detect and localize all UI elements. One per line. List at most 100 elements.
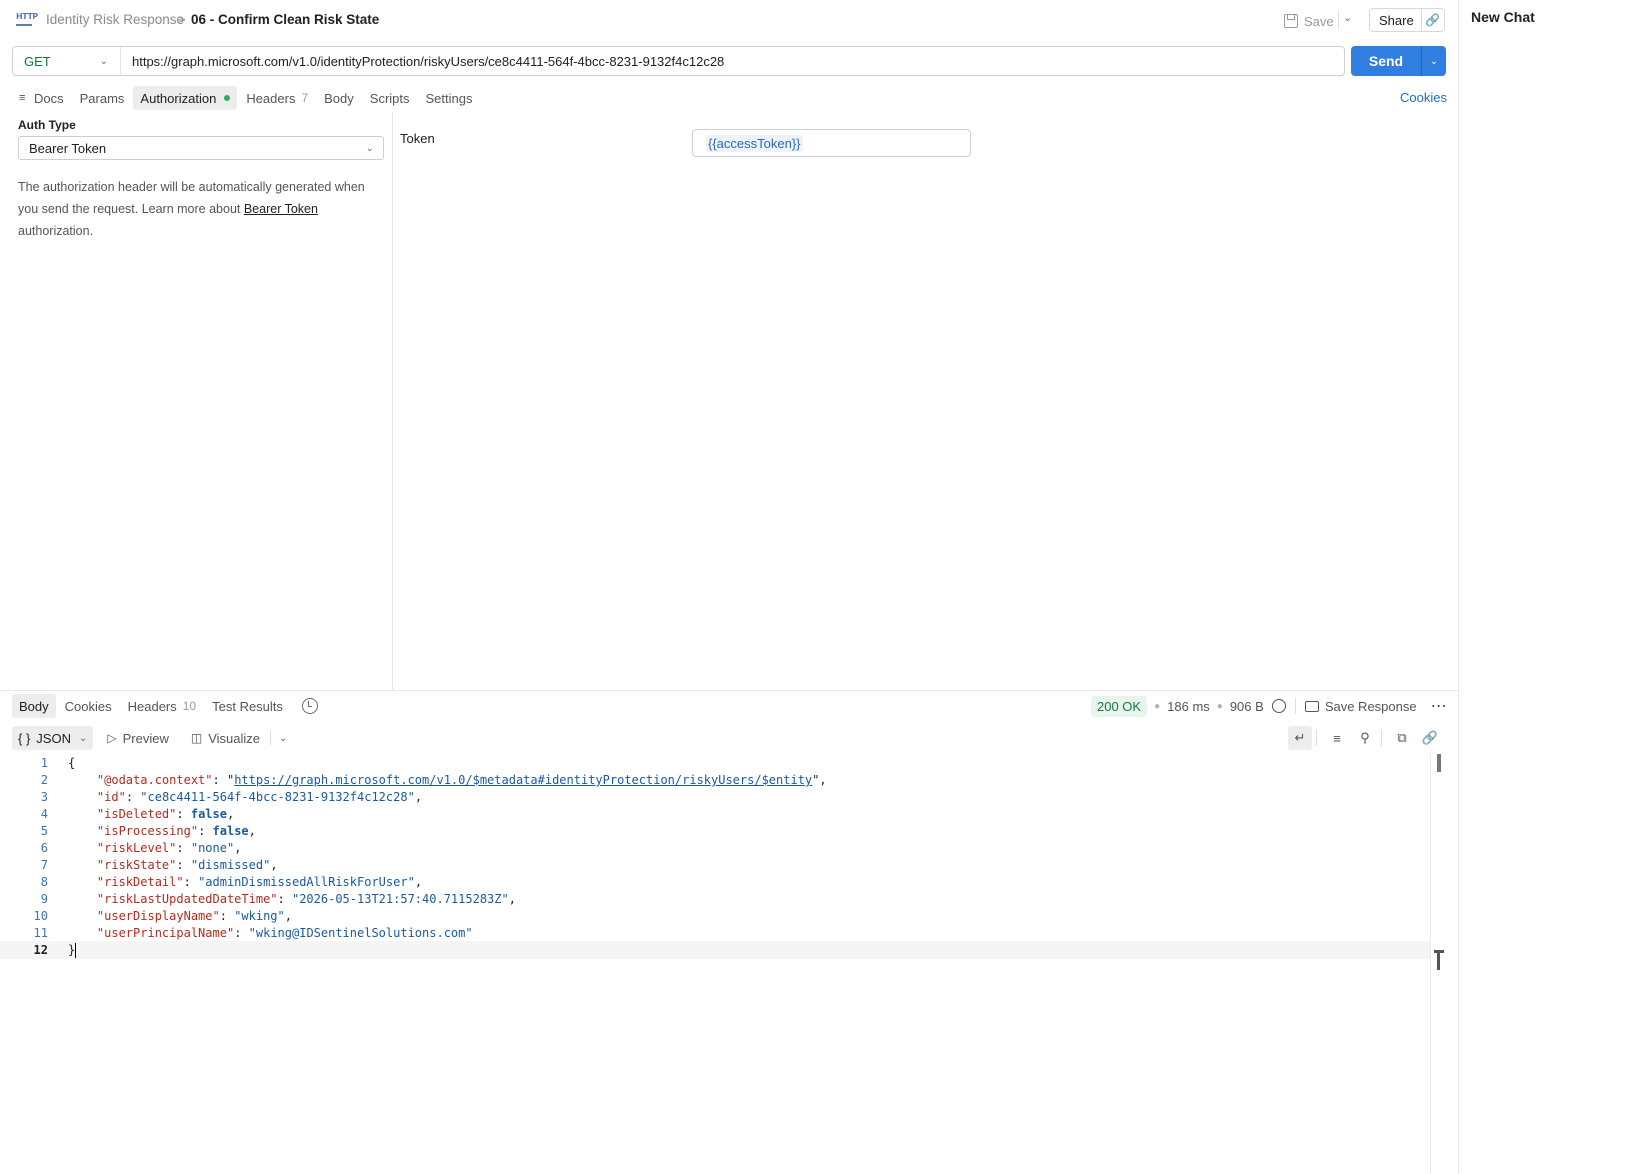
tab-label: Test Results bbox=[212, 698, 283, 714]
code-line: 11 "userPrincipalName": "wking@IDSentine… bbox=[0, 924, 1430, 942]
code-text: "@odata.context": "https://graph.microso… bbox=[96, 773, 827, 787]
response-size[interactable]: 906 B bbox=[1230, 699, 1264, 714]
code-text: "id": "ce8c4411-564f-4bcc-8231-9132f4c12… bbox=[96, 790, 423, 804]
method-select[interactable]: GET ⌄ bbox=[13, 47, 121, 75]
bearer-token-link[interactable]: Bearer Token bbox=[244, 202, 318, 216]
json-key: "riskLevel" bbox=[96, 841, 177, 855]
tab-body[interactable]: Body bbox=[317, 86, 361, 110]
http-request-icon: HTTP bbox=[16, 12, 38, 28]
cookies-link[interactable]: Cookies bbox=[1400, 90, 1447, 105]
code-line: 1 { bbox=[0, 754, 1430, 772]
text-cursor bbox=[75, 942, 77, 958]
code-line: 8 "riskDetail": "adminDismissedAllRiskFo… bbox=[0, 873, 1430, 891]
code-line: 5 "isProcessing": false, bbox=[0, 822, 1430, 840]
response-toolbar: { } JSON ⌄ ▷ Preview ◫ Visualize ⌄ bbox=[12, 726, 287, 750]
json-key: "isDeleted" bbox=[96, 807, 177, 821]
tab-label: Params bbox=[79, 90, 125, 106]
tab-headers[interactable]: Headers 7 bbox=[239, 86, 315, 110]
line-number: 3 bbox=[40, 790, 48, 804]
url-input[interactable]: https://graph.microsoft.com/v1.0/identit… bbox=[121, 54, 724, 69]
status-badge[interactable]: 200 OK bbox=[1091, 695, 1148, 717]
share-button-group: Share 🔗 bbox=[1369, 8, 1445, 32]
copy-link-icon[interactable]: 🔗 bbox=[1422, 13, 1444, 27]
tool-separator bbox=[1381, 730, 1382, 746]
tab-params[interactable]: Params bbox=[73, 86, 132, 110]
line-number: 4 bbox=[40, 807, 48, 821]
line-number: 7 bbox=[40, 858, 48, 872]
scrollbar-thumb[interactable] bbox=[1437, 754, 1441, 772]
save-response-button[interactable]: Save Response bbox=[1325, 699, 1417, 714]
visualize-button[interactable]: ◫ Visualize bbox=[183, 726, 268, 750]
token-input[interactable]: {{accessToken}} bbox=[692, 129, 971, 157]
preview-button[interactable]: ▷ Preview bbox=[99, 726, 176, 750]
line-number: 9 bbox=[40, 892, 48, 906]
filter-icon[interactable]: ≡ bbox=[1325, 726, 1349, 750]
response-tab-test-results[interactable]: Test Results bbox=[205, 694, 290, 718]
odata-context-link[interactable]: https://graph.microsoft.com/v1.0/$metada… bbox=[234, 773, 812, 787]
tab-authorization[interactable]: Authorization bbox=[133, 86, 238, 110]
chevron-down-icon: ⌄ bbox=[99, 55, 108, 67]
visualize-options-chevron-icon[interactable]: ⌄ bbox=[269, 731, 287, 745]
code-line: 6 "riskLevel": "none", bbox=[0, 839, 1430, 857]
share-button[interactable]: Share bbox=[1370, 13, 1421, 28]
token-label: Token bbox=[400, 131, 435, 146]
json-value: "wking@IDSentinelSolutions.com" bbox=[248, 926, 473, 940]
auth-type-select[interactable]: Bearer Token ⌄ bbox=[18, 136, 384, 160]
json-key: "userDisplayName" bbox=[96, 909, 220, 923]
tab-label: Cookies bbox=[64, 698, 112, 714]
request-tabs: ≡ Docs Params Authorization Headers 7 Bo… bbox=[12, 86, 482, 110]
json-key: "riskState" bbox=[96, 858, 177, 872]
response-headers-count: 10 bbox=[182, 699, 197, 713]
json-key: "riskLastUpdatedDateTime" bbox=[96, 892, 278, 906]
json-value: false bbox=[190, 807, 227, 821]
save-label: Save bbox=[1304, 13, 1334, 29]
request-workspace: HTTP Identity Risk Response > 06 - Confi… bbox=[0, 0, 1458, 1174]
request-title[interactable]: 06 - Confirm Clean Risk State bbox=[191, 12, 379, 27]
more-options-icon[interactable]: ⋯ bbox=[1431, 696, 1448, 716]
response-tab-headers[interactable]: Headers 10 bbox=[121, 694, 204, 718]
code-text: } bbox=[68, 942, 77, 958]
tab-label: Docs bbox=[34, 90, 64, 106]
json-key: "id" bbox=[96, 790, 126, 804]
auth-set-indicator bbox=[224, 95, 231, 101]
copy-icon[interactable]: ⧉ bbox=[1390, 726, 1414, 750]
auth-type-label: Auth Type bbox=[18, 118, 76, 132]
play-icon: ▷ bbox=[107, 731, 117, 745]
breadcrumb-collection[interactable]: Identity Risk Response bbox=[46, 12, 184, 27]
wrap-lines-icon[interactable]: ↵ bbox=[1288, 726, 1312, 750]
response-divider[interactable] bbox=[0, 690, 1458, 691]
save-options-chevron-icon[interactable]: ⌄ bbox=[1343, 11, 1352, 24]
code-line: 12 } bbox=[0, 941, 1430, 959]
response-time[interactable]: 186 ms bbox=[1167, 699, 1210, 714]
headers-count: 7 bbox=[301, 91, 309, 105]
json-value: "none" bbox=[190, 841, 235, 855]
tab-scripts[interactable]: Scripts bbox=[363, 86, 417, 110]
image-icon: ◫ bbox=[190, 731, 203, 745]
send-button[interactable]: Send bbox=[1351, 53, 1421, 69]
response-tab-body[interactable]: Body bbox=[12, 694, 56, 718]
response-tab-cookies[interactable]: Cookies bbox=[58, 694, 119, 718]
save-button[interactable]: Save bbox=[1284, 10, 1334, 32]
line-number: 11 bbox=[33, 926, 48, 940]
response-body-editor[interactable]: 1 { 2 "@odata.context": "https://graph.m… bbox=[0, 754, 1430, 1174]
search-icon[interactable]: ⚲ bbox=[1353, 726, 1377, 750]
tab-docs[interactable]: ≡ Docs bbox=[12, 86, 71, 110]
code-text: "riskLastUpdatedDateTime": "2026-05-13T2… bbox=[96, 892, 516, 906]
code-text: "riskLevel": "none", bbox=[96, 841, 242, 855]
code-text: { bbox=[68, 756, 76, 770]
send-options-chevron-icon[interactable]: ⌄ bbox=[1422, 56, 1446, 67]
token-variable: {{accessToken}} bbox=[706, 134, 803, 152]
code-text: "riskDetail": "adminDismissedAllRiskForU… bbox=[96, 875, 423, 889]
tab-label: Settings bbox=[425, 90, 473, 106]
docs-icon: ≡ bbox=[19, 92, 26, 104]
format-select[interactable]: { } JSON ⌄ bbox=[12, 726, 94, 750]
editor-scrollbar-track[interactable] bbox=[1430, 754, 1431, 1174]
history-icon[interactable] bbox=[301, 698, 318, 714]
code-line: 2 "@odata.context": "https://graph.micro… bbox=[0, 771, 1430, 789]
url-bar: GET ⌄ https://graph.microsoft.com/v1.0/i… bbox=[12, 46, 1345, 76]
link-icon[interactable]: 🔗 bbox=[1418, 726, 1442, 750]
chat-panel-title: New Chat bbox=[1471, 9, 1535, 25]
network-globe-icon[interactable] bbox=[1271, 699, 1286, 713]
json-value: false bbox=[212, 824, 249, 838]
tab-settings[interactable]: Settings bbox=[419, 86, 480, 110]
